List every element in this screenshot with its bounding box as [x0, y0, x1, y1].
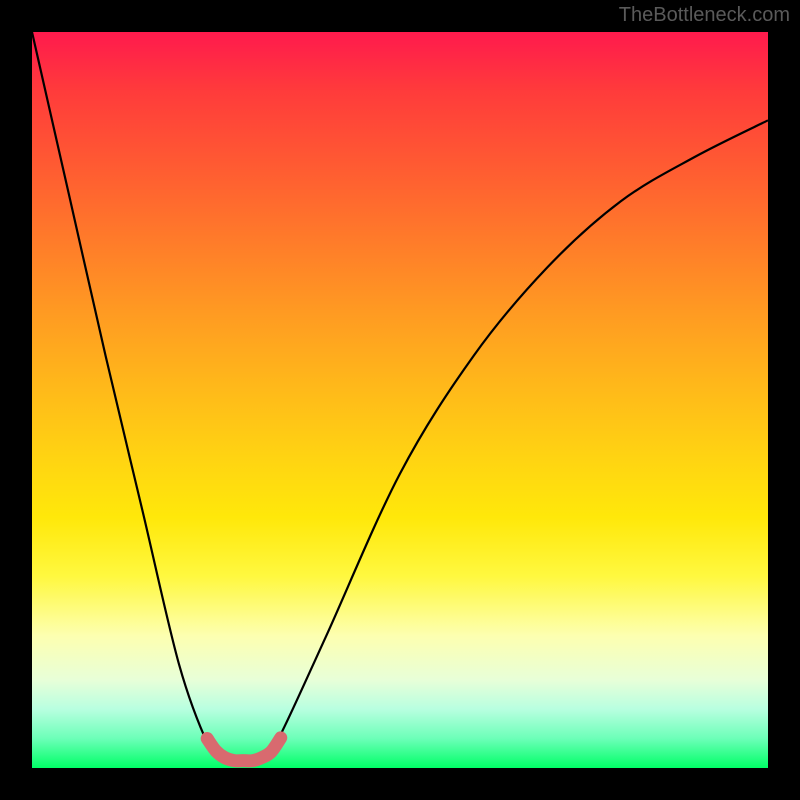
chart-area	[32, 32, 768, 768]
curve-line	[32, 32, 768, 762]
bottleneck-curve	[32, 32, 768, 768]
optimal-band	[207, 738, 281, 761]
watermark-text: TheBottleneck.com	[619, 4, 790, 27]
